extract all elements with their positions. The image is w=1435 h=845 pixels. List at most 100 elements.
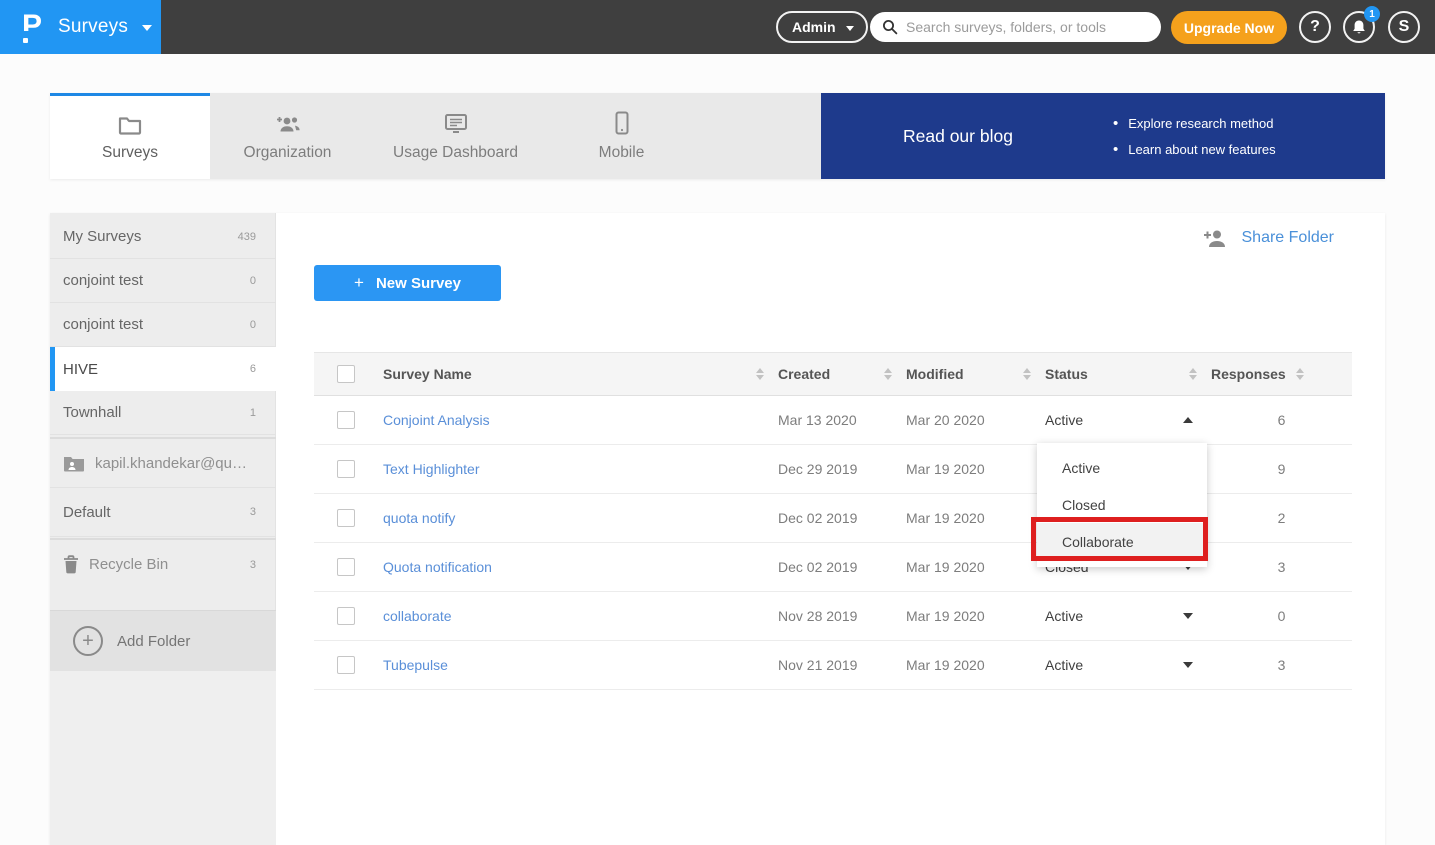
column-label: Modified [906,366,964,382]
chevron-down-icon [846,26,854,31]
created-value: Dec 02 2019 [778,559,906,575]
sort-icon [756,368,764,380]
plus-circle-icon: + [73,626,103,656]
share-folder-button[interactable]: Share Folder [1202,228,1335,248]
modified-value: Mar 19 2020 [906,510,1045,526]
table-header-row: Survey Name Created Modified Status Resp… [314,352,1352,396]
chevron-down-icon [1183,662,1193,668]
folder-label: Townhall [63,404,250,421]
status-dropdown-trigger[interactable]: Active [1045,412,1211,428]
dashboard-icon [443,111,469,135]
row-checkbox[interactable] [337,656,355,674]
modified-value: Mar 20 2020 [906,412,1045,428]
add-folder-button[interactable]: + Add Folder [50,610,276,671]
chevron-down-icon [142,25,152,31]
trash-icon [63,555,79,574]
blog-banner[interactable]: Read our blog Explore research method Le… [821,93,1385,179]
row-checkbox[interactable] [337,411,355,429]
notification-badge: 1 [1364,6,1380,22]
questionpro-logo-icon: P [22,11,44,43]
folder-count: 3 [250,559,256,571]
responses-value: 3 [1211,559,1352,575]
share-folder-label: Share Folder [1242,229,1335,247]
add-folder-label: Add Folder [117,633,190,650]
survey-link[interactable]: quota notify [374,510,778,526]
upgrade-now-button[interactable]: Upgrade Now [1171,11,1287,44]
sort-icon [1296,368,1304,380]
folder-count: 1 [250,407,256,419]
column-header-status[interactable]: Status [1045,366,1211,382]
survey-link[interactable]: Quota notification [374,559,778,575]
sidebar-item-hive[interactable]: HIVE 6 [50,347,276,391]
sidebar-item-townhall[interactable]: Townhall 1 [50,391,276,435]
status-option-active[interactable]: Active [1037,449,1207,486]
product-switcher-label: Surveys [58,16,128,38]
topbar: P Surveys Admin Upgrade Now ? 1 S [0,0,1435,54]
folder-label: Default [63,504,250,521]
folder-label: My Surveys [63,228,238,245]
responses-value: 0 [1211,608,1352,624]
search-icon [882,19,898,35]
plus-icon: + [354,273,364,293]
status-value: Active [1045,608,1083,624]
folder-label: conjoint test [63,316,250,333]
admin-dropdown[interactable]: Admin [776,11,868,43]
banner-bullets: Explore research method Learn about new … [1113,115,1276,158]
row-checkbox[interactable] [337,558,355,576]
responses-value: 3 [1211,657,1352,673]
folder-count: 3 [250,506,256,518]
search-input[interactable] [906,19,1149,35]
status-option-closed[interactable]: Closed [1037,486,1207,523]
chevron-down-icon [1183,613,1193,619]
created-value: Dec 29 2019 [778,461,906,477]
created-value: Nov 28 2019 [778,608,906,624]
sidebar-item-recycle-bin[interactable]: Recycle Bin 3 [50,540,276,589]
sort-icon [884,368,892,380]
column-label: Survey Name [383,366,472,382]
tab-surveys[interactable]: Surveys [50,93,210,179]
sidebar-item-shared-account[interactable]: kapil.khandekar@que… [50,439,276,488]
tab-usage-dashboard[interactable]: Usage Dashboard [365,93,546,179]
row-checkbox[interactable] [337,607,355,625]
status-dropdown-trigger[interactable]: Active [1045,608,1211,624]
sidebar-item-conjoint-test-2[interactable]: conjoint test 0 [50,303,276,347]
people-add-icon [274,111,302,135]
row-checkbox[interactable] [337,460,355,478]
responses-value: 6 [1211,412,1352,428]
survey-link[interactable]: Conjoint Analysis [374,412,778,428]
survey-link[interactable]: collaborate [374,608,778,624]
select-all-checkbox[interactable] [337,365,355,383]
folder-count: 0 [250,275,256,287]
tab-label: Organization [244,144,332,162]
survey-link[interactable]: Tubepulse [374,657,778,673]
sidebar-empty-area [50,671,276,845]
column-header-responses[interactable]: Responses [1211,366,1352,382]
sidebar-item-default[interactable]: Default 3 [50,488,276,537]
column-header-modified[interactable]: Modified [906,366,1045,382]
avatar[interactable]: S [1388,11,1420,43]
column-header-survey-name[interactable]: Survey Name [374,366,778,382]
tab-mobile[interactable]: Mobile [546,93,697,179]
row-checkbox[interactable] [337,509,355,527]
shared-folder-icon [63,455,85,472]
survey-link[interactable]: Text Highlighter [374,461,778,477]
sidebar-item-my-surveys[interactable]: My Surveys 439 [50,215,276,259]
tab-organization[interactable]: Organization [210,93,365,179]
product-switcher[interactable]: P Surveys [0,0,161,54]
status-option-collaborate[interactable]: Collaborate [1037,523,1207,560]
sidebar-item-conjoint-test-1[interactable]: conjoint test 0 [50,259,276,303]
content-card: My Surveys 439 conjoint test 0 conjoint … [50,213,1385,845]
column-header-created[interactable]: Created [778,366,906,382]
admin-dropdown-label: Admin [792,19,836,35]
banner-bullet: Learn about new features [1113,141,1276,158]
tab-label: Usage Dashboard [393,144,518,162]
help-button[interactable]: ? [1299,11,1331,43]
modified-value: Mar 19 2020 [906,608,1045,624]
created-value: Mar 13 2020 [778,412,906,428]
folder-label: kapil.khandekar@que… [95,455,253,472]
status-dropdown-trigger[interactable]: Active [1045,657,1211,673]
new-survey-button[interactable]: + New Survey [314,265,501,301]
modified-value: Mar 19 2020 [906,657,1045,673]
column-label: Status [1045,366,1088,382]
status-dropdown-menu: Active Closed Collaborate [1037,443,1207,567]
